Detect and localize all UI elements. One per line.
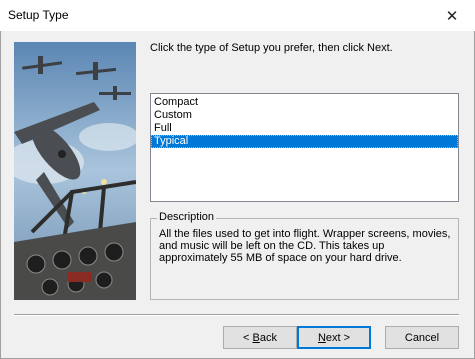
description-text: All the files used to get into flight. W…	[159, 228, 451, 264]
instruction-text: Click the type of Setup you prefer, then…	[150, 42, 393, 54]
title-bar: Setup Type ✕	[0, 0, 475, 31]
back-rest: ack	[259, 331, 277, 344]
back-prefix: <	[243, 331, 253, 344]
close-icon[interactable]: ✕	[429, 0, 475, 31]
setup-banner-image	[14, 42, 136, 300]
back-button[interactable]: < Back	[223, 326, 297, 349]
next-button[interactable]: Next >	[297, 326, 371, 349]
window-title: Setup Type	[8, 8, 69, 22]
setup-type-listbox[interactable]: Compact Custom Full Typical	[150, 93, 459, 202]
separator-line	[14, 314, 459, 316]
next-rest: ext >	[325, 331, 351, 344]
list-item-compact[interactable]: Compact	[151, 96, 458, 109]
back-hotkey: B	[252, 331, 260, 344]
list-item-typical[interactable]: Typical	[151, 135, 458, 148]
list-item-custom[interactable]: Custom	[151, 109, 458, 122]
list-item-full[interactable]: Full	[151, 122, 458, 135]
description-group: Description All the files used to get in…	[150, 211, 459, 300]
next-hotkey: N	[317, 331, 326, 344]
cancel-button[interactable]: Cancel	[385, 326, 459, 349]
description-legend: Description	[157, 211, 217, 223]
